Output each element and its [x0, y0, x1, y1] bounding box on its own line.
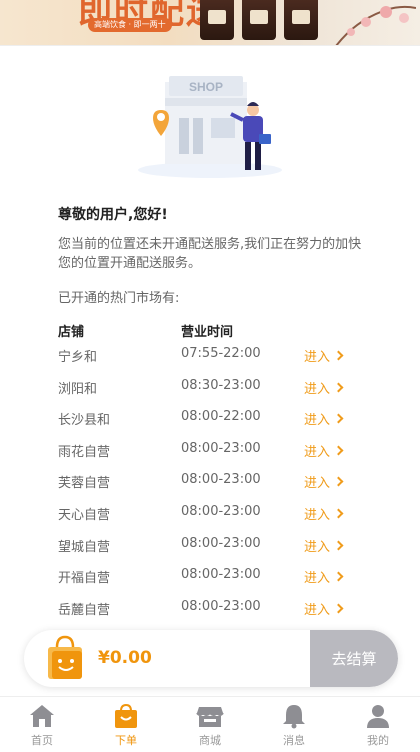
- enter-label: 进入: [304, 381, 331, 397]
- enter-label: 进入: [304, 507, 331, 523]
- tab-order[interactable]: 下单: [84, 697, 168, 752]
- chevron-right-icon: [333, 540, 344, 551]
- market-hours: 08:00-23:00: [181, 440, 261, 456]
- market-hours: 08:00-23:00: [181, 567, 261, 583]
- market-store-name: 浏阳和: [58, 381, 98, 397]
- market-store-name: 天心自营: [58, 507, 111, 523]
- market-row: 浏阳和 08:30-23:00 进入: [58, 376, 358, 408]
- market-hours: 07:55-22:00: [181, 346, 261, 361]
- enter-market-link[interactable]: 进入: [304, 567, 344, 587]
- market-store-name: 宁乡和: [58, 350, 98, 365]
- market-store-name: 岳麓自营: [58, 602, 111, 618]
- banner-tag: 高端饮食 · 即一两十: [88, 18, 172, 32]
- markets-title: 已开通的热门市场有:: [58, 291, 180, 306]
- tab-mall-label: 商城: [199, 734, 221, 747]
- market-table: 宁乡和 07:55-22:00 进入 浏阳和 08:30-23:00 进入 长沙县和 08:0…: [58, 344, 358, 628]
- market-table-header: 店铺 营业时间: [58, 321, 358, 340]
- chevron-right-icon: [333, 350, 344, 361]
- tab-order-label: 下单: [115, 734, 137, 747]
- market-hours: 08:00-23:00: [181, 598, 261, 614]
- page: 即时配送 高端饮食 · 即一两十 SHOP 尊敬的用户,您好! 您当前的位置还未…: [0, 0, 420, 752]
- enter-market-link[interactable]: 进入: [304, 441, 344, 460]
- chevron-right-icon: [333, 476, 344, 487]
- user-icon: [367, 705, 389, 728]
- enter-market-link[interactable]: 进入: [304, 409, 344, 429]
- tab-home[interactable]: 首页: [0, 697, 84, 752]
- bell-icon: [283, 705, 305, 729]
- market-row: 天心自营 08:00-23:00 进入: [58, 502, 358, 534]
- product-bottles-image: [200, 0, 320, 40]
- shop-sign-text: SHOP: [189, 80, 223, 94]
- market-row: 岳麓自营 08:00-23:00 进入: [58, 597, 358, 629]
- market-store-name: 开福自营: [58, 571, 111, 587]
- enter-label: 进入: [304, 350, 331, 365]
- column-store: 店铺: [58, 325, 85, 340]
- enter-label: 进入: [304, 444, 331, 460]
- promo-banner[interactable]: 即时配送 高端饮食 · 即一两十: [0, 0, 420, 46]
- market-store-name: 望城自营: [58, 539, 111, 555]
- enter-label: 进入: [304, 413, 331, 429]
- greeting-heading: 尊敬的用户,您好!: [58, 207, 168, 223]
- enter-label: 进入: [304, 539, 331, 555]
- market-hours: 08:00-23:00: [181, 472, 261, 488]
- tab-home-label: 首页: [31, 734, 53, 747]
- market-row: 芙蓉自营 08:00-23:00 进入: [58, 470, 358, 502]
- enter-market-link[interactable]: 进入: [304, 536, 344, 555]
- market-row: 雨花自营 08:00-23:00 进入: [58, 439, 358, 471]
- enter-market-link[interactable]: 进入: [304, 346, 344, 365]
- store-icon: [196, 707, 224, 727]
- service-notice: 您当前的位置还未开通配送服务,我们正在努力的加快您的位置开通配送服务。: [58, 237, 362, 271]
- bag-icon: [115, 703, 137, 728]
- blossom-decoration-icon: [335, 5, 416, 45]
- home-icon: [30, 705, 54, 727]
- enter-label: 进入: [304, 602, 331, 618]
- market-store-name: 雨花自营: [58, 444, 111, 460]
- column-hours: 营业时间: [181, 325, 234, 340]
- tab-messages-label: 消息: [283, 734, 305, 747]
- cart-total-price: ¥0.00: [98, 648, 152, 668]
- enter-market-link[interactable]: 进入: [304, 599, 344, 618]
- market-hours: 08:30-23:00: [181, 377, 261, 393]
- market-row: 望城自营 08:00-23:00 进入: [58, 534, 358, 566]
- shop-illustration: SHOP: [138, 76, 282, 178]
- chevron-right-icon: [333, 445, 344, 456]
- market-store-name: 长沙县和: [58, 413, 111, 429]
- bottom-tab-bar: 首页 下单 商城 消息 我的: [0, 696, 420, 752]
- shopping-bag-icon[interactable]: [46, 635, 84, 681]
- enter-label: 进入: [304, 476, 331, 492]
- checkout-button[interactable]: 去结算: [310, 630, 398, 687]
- market-row: 宁乡和 07:55-22:00 进入: [58, 344, 358, 376]
- enter-market-link[interactable]: 进入: [304, 472, 344, 492]
- tab-mine-label: 我的: [367, 734, 389, 747]
- market-hours: 08:00-22:00: [181, 409, 261, 425]
- tab-mine[interactable]: 我的: [336, 697, 420, 752]
- tab-messages[interactable]: 消息: [252, 697, 336, 752]
- market-row: 长沙县和 08:00-22:00 进入: [58, 407, 358, 439]
- cart-bar: ¥0.00 去结算: [24, 630, 398, 687]
- market-hours: 08:00-23:00: [181, 535, 261, 551]
- market-row: 开福自营 08:00-23:00 进入: [58, 565, 358, 597]
- chevron-right-icon: [333, 603, 344, 614]
- chevron-right-icon: [333, 382, 344, 393]
- enter-label: 进入: [304, 571, 331, 587]
- chevron-right-icon: [333, 571, 344, 582]
- chevron-right-icon: [333, 413, 344, 424]
- enter-market-link[interactable]: 进入: [304, 378, 344, 397]
- chevron-right-icon: [333, 508, 344, 519]
- market-store-name: 芙蓉自营: [58, 476, 111, 492]
- enter-market-link[interactable]: 进入: [304, 504, 344, 523]
- tab-mall[interactable]: 商城: [168, 697, 252, 752]
- market-hours: 08:00-23:00: [181, 503, 261, 519]
